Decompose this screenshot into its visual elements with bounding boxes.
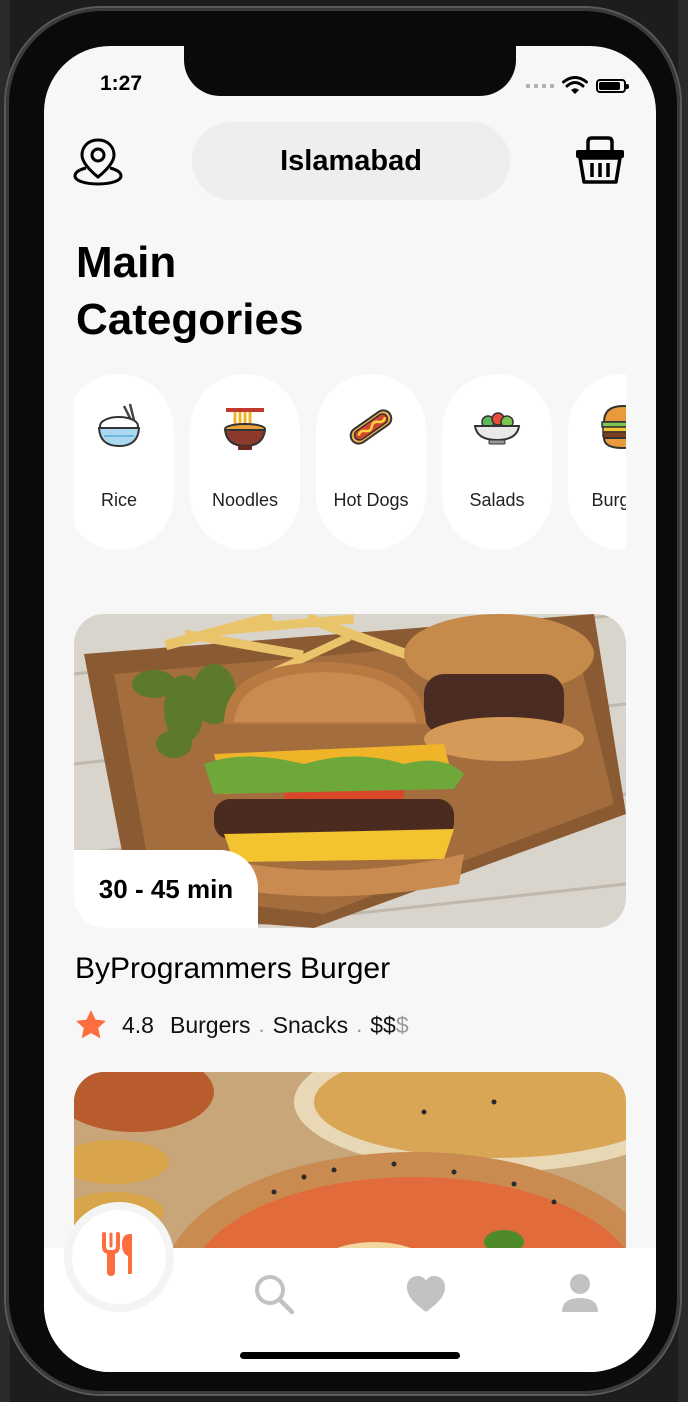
- signal-icon: [526, 84, 554, 88]
- delivery-time-badge: 30 - 45 min: [74, 850, 258, 928]
- tag-burgers: Burgers: [169, 1011, 251, 1038]
- wifi-icon: [562, 76, 588, 94]
- category-label: Noodles: [211, 490, 279, 510]
- tab-home[interactable]: [72, 1210, 166, 1304]
- rice-bowl-icon: [97, 403, 141, 448]
- search-icon[interactable]: [252, 1272, 296, 1316]
- heart-icon[interactable]: [404, 1272, 448, 1316]
- category-label: Salads: [469, 490, 525, 510]
- noodles-icon: [223, 408, 267, 450]
- user-icon[interactable]: [558, 1272, 602, 1316]
- price-level-inactive: $: [395, 1011, 409, 1038]
- location-pin-icon[interactable]: [72, 134, 124, 186]
- restaurant-card-image[interactable]: 30 - 45 min: [74, 614, 626, 928]
- hotdog-icon: [349, 409, 393, 445]
- restaurant-meta: 4.8 Burgers . Snacks . $$ $: [74, 1008, 409, 1042]
- burger-icon: [601, 404, 626, 450]
- basket-icon[interactable]: [574, 134, 626, 186]
- category-salads[interactable]: Salads: [442, 374, 552, 550]
- category-noodles[interactable]: Noodles: [190, 374, 300, 550]
- star-icon: [76, 1010, 106, 1039]
- page-title-line1: Main: [76, 238, 177, 287]
- app-screen: 1:27 Islamabad Main Categories Rice Nood…: [44, 46, 656, 1372]
- tag-snacks: Snacks: [272, 1011, 349, 1038]
- category-burgers[interactable]: Burgers: [568, 374, 626, 550]
- category-label: Hot Dogs: [333, 490, 409, 510]
- category-label: Burgers: [591, 490, 626, 510]
- status-indicators: [526, 76, 629, 96]
- header: Islamabad: [44, 122, 656, 200]
- status-time: 1:27: [100, 72, 143, 95]
- salad-icon: [473, 412, 521, 445]
- rating-value: 4.8: [122, 1011, 154, 1038]
- phone-frame: 1:27 Islamabad Main Categories Rice Nood…: [6, 8, 680, 1394]
- category-rice[interactable]: Rice: [74, 374, 174, 550]
- category-hot-dogs[interactable]: Hot Dogs: [316, 374, 426, 550]
- page-title-line2: Categories: [76, 295, 304, 344]
- notch: [184, 46, 516, 96]
- battery-icon: [596, 79, 629, 93]
- category-list[interactable]: Rice Noodles Hot Dogs Salads Burg: [74, 374, 626, 552]
- fork-knife-icon: [102, 1232, 132, 1276]
- separator-dot: .: [356, 1012, 363, 1037]
- home-indicator[interactable]: [240, 1352, 460, 1359]
- restaurant-name[interactable]: ByProgrammers Burger: [75, 952, 390, 986]
- page-title: Main Categories: [76, 234, 303, 348]
- city-selector[interactable]: Islamabad: [192, 122, 510, 200]
- price-level-active: $$: [370, 1011, 396, 1038]
- category-label: Rice: [100, 490, 137, 510]
- separator-dot: .: [258, 1012, 265, 1037]
